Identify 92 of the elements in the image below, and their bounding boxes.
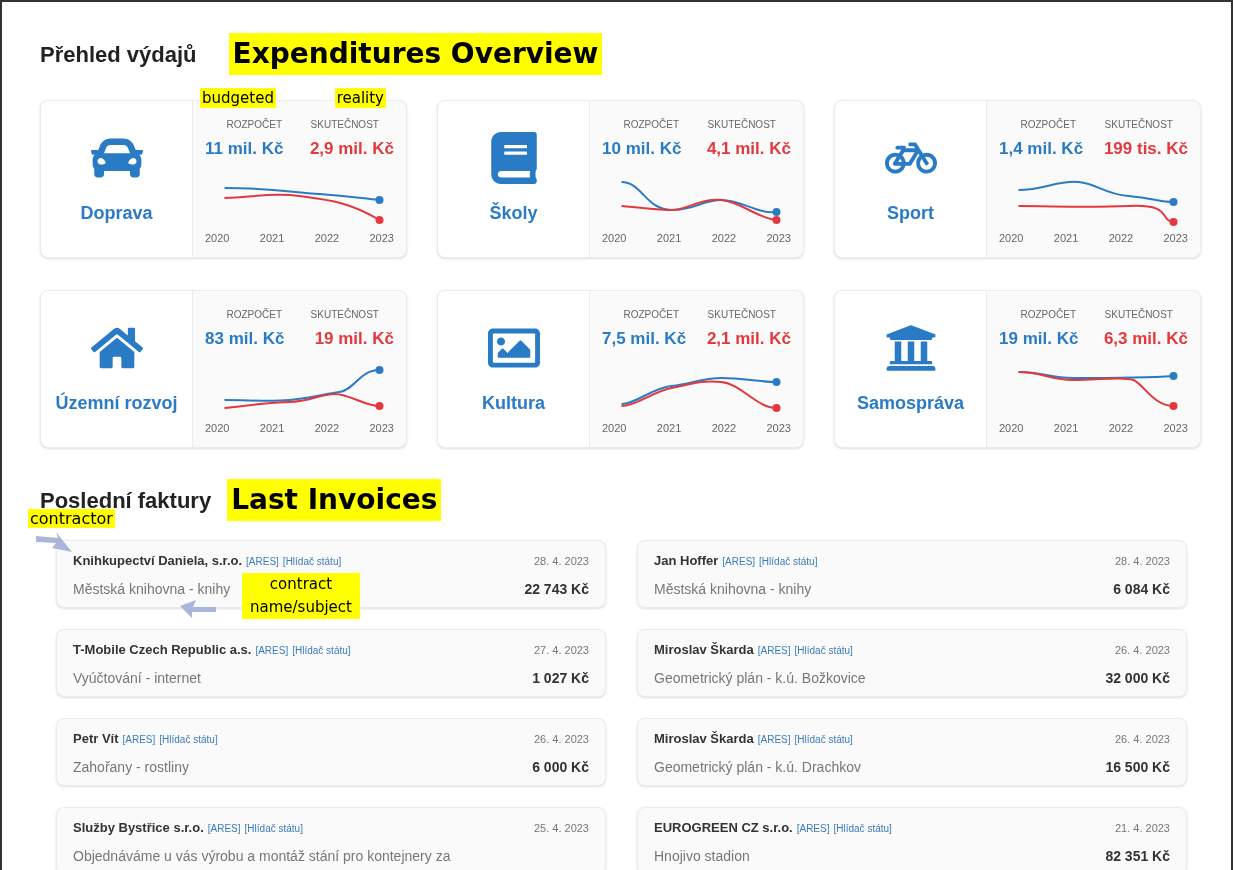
annotation-label: budgeted (200, 88, 276, 108)
year-label: 2023 (369, 230, 394, 246)
budget-label: ROZPOČET (1019, 307, 1078, 322)
year-label: 2023 (369, 420, 394, 436)
year-label: 2020 (205, 420, 230, 436)
category-name: Samospráva (856, 391, 965, 415)
invoice-subject: Zahořany - rostliny (73, 757, 189, 777)
section-heading: Přehled výdajů (40, 40, 197, 69)
invoice-date: 26. 4. 2023 (1114, 643, 1170, 658)
year-label: 2022 (1108, 420, 1134, 436)
year-label: 2021 (259, 230, 285, 246)
year-label: 2021 (259, 420, 285, 436)
invoice-amount: 32 000 Kč (1105, 668, 1170, 688)
year-label: 2021 (1053, 420, 1079, 436)
year-label: 2020 (999, 420, 1024, 436)
annotation-label: reality (334, 88, 386, 108)
actual-value: 2,1 mil. Kč (706, 328, 791, 350)
year-label: 2022 (314, 230, 340, 246)
invoice-subject: Objednáváme u vás výrobu a montáž stání pro kontejnery za (73, 846, 451, 866)
annotation-label: Last Invoices (227, 479, 442, 521)
actual-label: SKUTEČNOST (706, 117, 777, 132)
year-label: 2020 (602, 230, 627, 246)
category-name: Školy (489, 201, 538, 225)
annotation-label: contractor (28, 509, 115, 528)
invoice-amount: 22 743 Kč (524, 579, 589, 599)
contractor-name: T-Mobile Czech Republic a.s. (73, 641, 252, 659)
invoice-amount: 6 000 Kč (532, 757, 589, 777)
budget-value: 10 mil. Kč (602, 138, 682, 160)
actual-value: 199 tis. Kč (1103, 138, 1188, 160)
invoice-subject: Vyúčtování - internet (73, 668, 201, 688)
category-name: Kultura (482, 391, 545, 415)
actual-label: SKUTEČNOST (309, 307, 380, 322)
budget-value: 1,4 mil. Kč (999, 138, 1084, 160)
invoice-subject: Geometrický plán - k.ú. Drachkov (654, 757, 861, 777)
year-label: 2021 (1053, 230, 1079, 246)
invoice-amount: 1 027 Kč (532, 668, 589, 688)
year-label: 2022 (711, 420, 737, 436)
budget-value: 7,5 mil. Kč (602, 328, 687, 350)
year-label: 2020 (602, 420, 627, 436)
year-label: 2023 (766, 230, 791, 246)
year-label: 2020 (999, 230, 1024, 246)
budget-label: ROZPOČET (622, 307, 681, 322)
invoice-subject: Městská knihovna - knihy (654, 579, 812, 599)
budget-value: 83 mil. Kč (205, 328, 285, 350)
invoice-subject: Hnojivo stadion (654, 846, 750, 866)
category-name: Doprava (80, 201, 153, 225)
year-label: 2022 (711, 230, 737, 246)
invoice-date: 28. 4. 2023 (533, 554, 589, 569)
budget-label: ROZPOČET (225, 307, 284, 322)
invoice-date: 26. 4. 2023 (1114, 732, 1170, 747)
actual-label: SKUTEČNOST (1103, 307, 1174, 322)
contractor-name: Petr Vít (73, 730, 119, 748)
actual-value: 2,9 mil. Kč (309, 138, 394, 160)
budget-label: ROZPOČET (225, 117, 284, 132)
invoice-amount: 16 500 Kč (1105, 757, 1170, 777)
actual-value: 4,1 mil. Kč (706, 138, 791, 160)
year-label: 2021 (656, 420, 682, 436)
category-name: Sport (887, 201, 934, 225)
year-label: 2022 (314, 420, 340, 436)
contractor-name: Miroslav Škarda (654, 730, 754, 748)
budget-value: 19 mil. Kč (999, 328, 1079, 350)
annotation-tooltip: contract name/subject (242, 573, 360, 619)
invoice-date: 25. 4. 2023 (533, 821, 589, 836)
actual-label: SKUTEČNOST (706, 307, 777, 322)
invoice-date: 21. 4. 2023 (1114, 821, 1170, 836)
invoice-date: 26. 4. 2023 (533, 732, 589, 747)
invoice-amount: 82 351 Kč (1105, 846, 1170, 866)
contractor-name: Služby Bystřice s.r.o. (73, 819, 204, 837)
invoice-subject: Geometrický plán - k.ú. Božkovice (654, 668, 866, 688)
actual-value: 19 mil. Kč (314, 328, 394, 350)
budget-label: ROZPOČET (622, 117, 681, 132)
year-label: 2022 (1108, 230, 1134, 246)
contractor-name: Knihkupectví Daniela, s.r.o. (73, 552, 243, 570)
actual-label: SKUTEČNOST (1103, 117, 1174, 132)
contractor-name: Jan Hoffer (654, 552, 719, 570)
year-label: 2023 (1163, 230, 1188, 246)
invoice-date: 28. 4. 2023 (1114, 554, 1170, 569)
year-label: 2023 (1163, 420, 1188, 436)
year-label: 2021 (656, 230, 682, 246)
annotation-label: Expenditures Overview (228, 33, 603, 75)
contractor-name: EUROGREEN CZ s.r.o. (654, 819, 793, 837)
invoice-amount: 6 084 Kč (1113, 579, 1170, 599)
actual-label: SKUTEČNOST (309, 117, 380, 132)
contractor-name: Miroslav Škarda (654, 641, 754, 659)
invoice-date: 27. 4. 2023 (533, 643, 589, 658)
budget-value: 11 mil. Kč (205, 138, 284, 160)
invoice-subject: Městská knihovna - knihy (73, 579, 231, 599)
actual-value: 6,3 mil. Kč (1103, 328, 1188, 350)
budget-label: ROZPOČET (1019, 117, 1078, 132)
category-name: Územní rozvoj (55, 391, 178, 415)
year-label: 2020 (205, 230, 230, 246)
year-label: 2023 (766, 420, 791, 436)
